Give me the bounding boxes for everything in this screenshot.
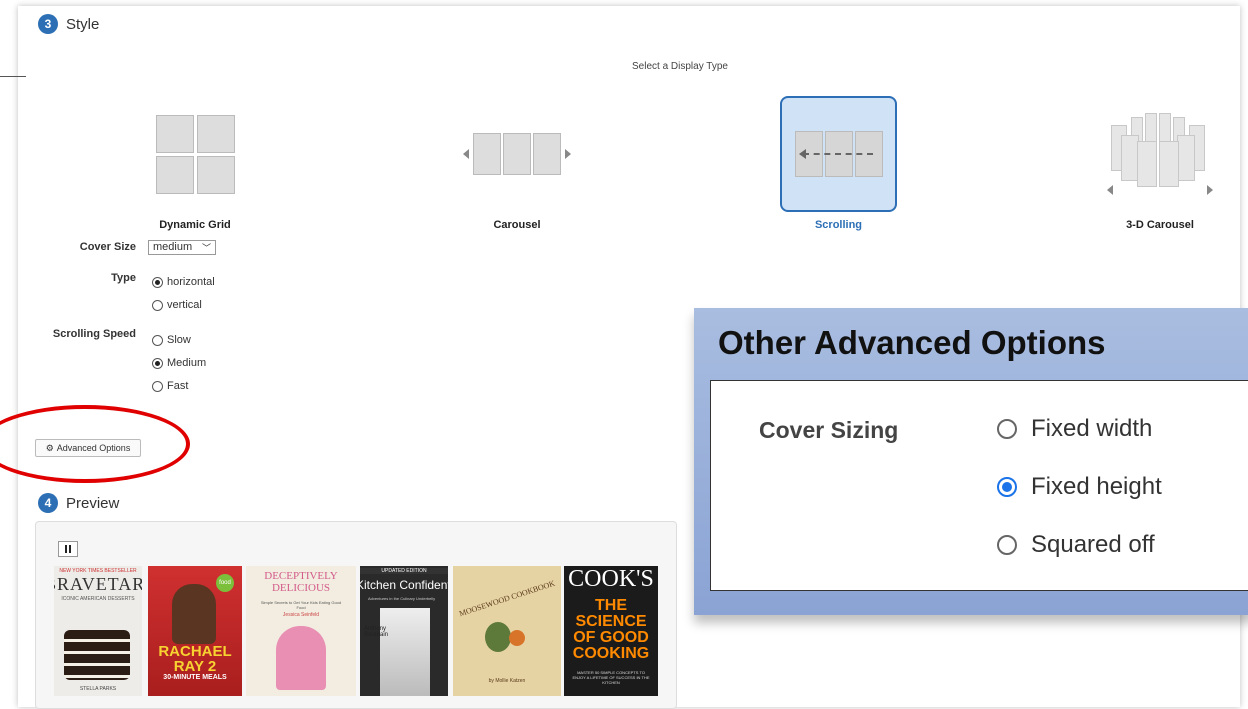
radio-label: Medium [167, 357, 207, 369]
radio-icon [997, 419, 1017, 439]
radio-label: Fixed height [1031, 473, 1162, 500]
radio-icon [997, 535, 1017, 555]
book-cover-deceptively-delicious[interactable]: DECEPTIVELY DELICIOUS Simple Secrets to … [246, 566, 356, 696]
book-author: Anthony Bourdain [364, 626, 389, 638]
scrolling-icon [780, 96, 897, 212]
display-option-label: Carousel [493, 219, 541, 231]
radio-label: vertical [167, 299, 202, 311]
book-cover-rachael-ray[interactable]: food RACHAEL RAY 2 30-MINUTE MEALS [148, 566, 242, 696]
book-title: DECEPTIVELY DELICIOUS [264, 570, 338, 594]
book-subtitle: 30-MINUTE MEALS [163, 674, 227, 681]
radio-icon [997, 477, 1017, 497]
radio-label: Squared off [1031, 531, 1155, 558]
cover-sizing-label: Cover Sizing [759, 417, 899, 443]
step-number-badge: 3 [38, 14, 58, 34]
dynamic-grid-icon [115, 96, 275, 212]
book-cover-moosewood-cookbook[interactable]: MOOSEWOOD COOKBOOK by Mollie Katzen [453, 566, 561, 696]
step-number-badge: 4 [38, 493, 58, 513]
speed-radio-medium[interactable]: Medium [152, 357, 206, 369]
book-cover-bravetart[interactable]: NEW YORK TIMES BESTSELLER BRAVETART ICON… [54, 566, 142, 696]
display-option-scrolling[interactable]: Scrolling [780, 96, 897, 231]
book-subtitle: THE SCIENCE OF GOOD COOKING [572, 597, 650, 662]
chevron-down-icon: ﹀ [201, 243, 211, 253]
book-banner: UPDATED EDITION [360, 568, 448, 574]
speed-radio-slow[interactable]: Slow [152, 334, 191, 346]
cover-sizing-squared-off[interactable]: Squared off [997, 531, 1155, 559]
book-author: Jessica Seinfeld [282, 612, 320, 618]
illustration-image [276, 626, 326, 690]
book-subtitle: Adventures in the Culinary Underbelly [368, 596, 436, 601]
cookie-stack-image [64, 630, 130, 680]
display-option-label: Dynamic Grid [159, 219, 231, 231]
radio-icon [152, 276, 163, 288]
type-radio-horizontal[interactable]: horizontal [152, 276, 215, 288]
book-title: RACHAEL RAY 2 [158, 643, 232, 675]
scrolling-speed-label: Scrolling Speed [52, 328, 136, 340]
portrait-image [172, 584, 216, 644]
display-option-carousel[interactable]: Carousel [437, 96, 597, 231]
cover-size-value: medium [153, 241, 193, 253]
display-option-label: Scrolling [814, 219, 863, 231]
display-option-label: 3-D Carousel [1126, 219, 1194, 231]
book-title: COOK'S [568, 566, 654, 592]
book-banner: MASTER 50 SIMPLE CONCEPTS TO ENJOY A LIF… [572, 670, 650, 685]
book-author: STELLA PARKS [79, 686, 117, 692]
style-section-header: 3 Style [38, 14, 99, 34]
radio-label: Fixed width [1031, 415, 1153, 442]
book-author: by Mollie Katzen [488, 678, 526, 684]
cover-sizing-fixed-height[interactable]: Fixed height [997, 473, 1162, 501]
display-option-3d-carousel[interactable]: 3-D Carousel [1080, 96, 1240, 231]
advanced-options-callout: Other Advanced Options Cover Sizing Fixe… [694, 308, 1248, 615]
radio-icon [152, 357, 163, 369]
book-title: MOOSEWOOD COOKBOOK [457, 578, 557, 619]
callout-content: Cover Sizing Fixed width Fixed height Sq… [710, 380, 1248, 591]
book-title: BRAVETART [54, 574, 142, 594]
type-label: Type [111, 272, 136, 284]
pause-icon [65, 545, 67, 553]
carousel-icon [437, 96, 597, 212]
book-cover-kitchen-confidential[interactable]: UPDATED EDITION Kitchen Confidential Adv… [360, 566, 448, 696]
cover-sizing-fixed-width[interactable]: Fixed width [997, 415, 1152, 443]
divider [0, 76, 26, 77]
callout-title: Other Advanced Options [718, 324, 1106, 361]
radio-icon [152, 380, 163, 392]
book-title: Kitchen Confidential [360, 578, 448, 592]
vegetable-illustration [485, 622, 511, 652]
preview-section-header: 4 Preview [38, 493, 119, 513]
3d-carousel-icon [1080, 96, 1240, 212]
section-title: Style [66, 15, 100, 33]
radio-icon [152, 334, 163, 346]
cover-size-select[interactable]: medium ﹀ [148, 240, 216, 255]
pause-button[interactable] [58, 541, 78, 557]
fruit-illustration [509, 630, 525, 646]
speed-radio-fast[interactable]: Fast [152, 380, 188, 392]
display-option-dynamic-grid[interactable]: Dynamic Grid [115, 96, 275, 231]
radio-icon [152, 299, 163, 311]
radio-label: Slow [167, 334, 191, 346]
book-cover-cooks-science[interactable]: COOK'S THE SCIENCE OF GOOD COOKING MASTE… [564, 566, 658, 696]
select-display-type-label: Select a Display Type [632, 61, 728, 72]
chef-photo-image [380, 608, 430, 696]
cover-size-label: Cover Size [79, 241, 136, 253]
book-subtitle: Simple Secrets to Get Your Kids Eating G… [260, 600, 342, 610]
radio-label: horizontal [167, 276, 215, 288]
type-radio-vertical[interactable]: vertical [152, 299, 202, 311]
book-subtitle: ICONIC AMERICAN DESSERTS [61, 596, 135, 602]
section-title: Preview [66, 494, 120, 512]
radio-label: Fast [167, 380, 189, 392]
book-banner: food [216, 574, 234, 592]
